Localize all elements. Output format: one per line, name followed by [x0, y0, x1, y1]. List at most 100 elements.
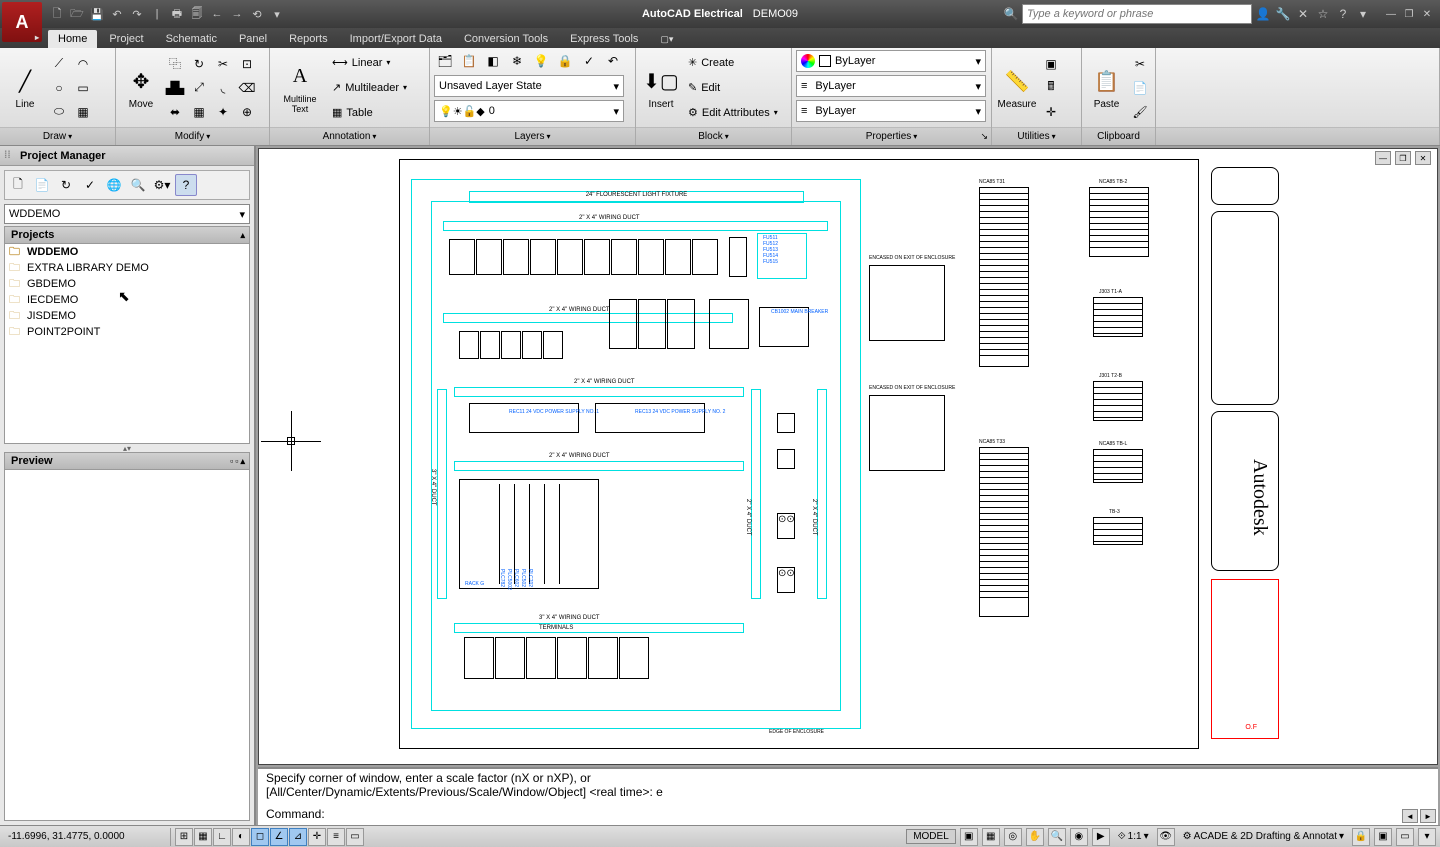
- panel-modify-title[interactable]: Modify▾: [116, 127, 269, 145]
- exchange-icon[interactable]: ✕: [1294, 5, 1312, 23]
- copy-clip-icon[interactable]: 📄: [1129, 77, 1151, 99]
- snap-button[interactable]: ⊞: [175, 828, 193, 846]
- rectangle-icon[interactable]: ▭: [72, 77, 94, 99]
- undo-icon[interactable]: ↶: [108, 5, 126, 23]
- move-button[interactable]: ✥ Move: [120, 52, 162, 124]
- pm-item-extra[interactable]: EXTRA LIBRARY DEMO: [5, 260, 249, 276]
- trim-icon[interactable]: ✂: [212, 53, 234, 75]
- explode-icon[interactable]: ✦: [212, 101, 234, 123]
- circle-icon[interactable]: ○: [48, 77, 70, 99]
- anno-scale[interactable]: ⟐ 1:1▾: [1114, 831, 1153, 842]
- sb-clean-icon[interactable]: ▭: [1396, 828, 1414, 846]
- qp-button[interactable]: ▭: [346, 828, 364, 846]
- panel-properties-title[interactable]: Properties▾↘: [792, 127, 991, 145]
- match-icon[interactable]: 🖌: [1129, 101, 1151, 123]
- pm-new-icon[interactable]: 🗋: [7, 174, 29, 196]
- polyline-icon[interactable]: ⟋: [48, 53, 70, 75]
- next-icon[interactable]: →: [228, 5, 246, 23]
- mtext-button[interactable]: A MultilineText: [274, 52, 326, 124]
- pm-surfer-icon[interactable]: 🔍: [127, 174, 149, 196]
- join-icon[interactable]: ⊕: [236, 101, 258, 123]
- copy-icon[interactable]: ⿻: [164, 53, 186, 75]
- insert-button[interactable]: ⬇▢ Insert: [640, 52, 682, 124]
- linear-dim-button[interactable]: ⟷Linear▾: [328, 52, 411, 74]
- status-coordinates[interactable]: -11.6996, 31.4775, 0.0000: [0, 831, 170, 842]
- print-icon[interactable]: 🖶: [168, 5, 186, 23]
- multileader-button[interactable]: ↗Multileader▾: [328, 77, 411, 99]
- sb-showmotion-icon[interactable]: ▶: [1092, 828, 1110, 846]
- otrack-button[interactable]: ∠: [270, 828, 288, 846]
- dyn-button[interactable]: ✛: [308, 828, 326, 846]
- prev-icon[interactable]: ←: [208, 5, 226, 23]
- maximize-button[interactable]: ❐: [1400, 6, 1418, 22]
- layer-states-icon[interactable]: 📋: [458, 50, 480, 72]
- sb-lock-icon[interactable]: 🔒: [1352, 828, 1370, 846]
- ortho-button[interactable]: ∟: [213, 828, 231, 846]
- workspace-switcher[interactable]: ⚙ACADE & 2D Drafting & Annotat▾: [1179, 831, 1348, 842]
- publish-icon[interactable]: 🗐: [188, 5, 206, 23]
- tab-project[interactable]: Project: [99, 30, 153, 48]
- tab-schematic[interactable]: Schematic: [156, 30, 227, 48]
- qat-dropdown-icon[interactable]: ▾: [268, 5, 286, 23]
- edit-block-button[interactable]: ✎Edit: [684, 77, 782, 99]
- help-icon[interactable]: ?: [1334, 5, 1352, 23]
- sb-layout-icon[interactable]: ▣: [960, 828, 978, 846]
- cut-icon[interactable]: ✂: [1129, 53, 1151, 75]
- comm-icon[interactable]: 🔧: [1274, 5, 1292, 23]
- tab-reports[interactable]: Reports: [279, 30, 338, 48]
- layer-state-dropdown[interactable]: Unsaved Layer State▾: [434, 75, 624, 97]
- layer-prev-icon[interactable]: ↶: [602, 50, 624, 72]
- table-button[interactable]: ▦Table: [328, 102, 411, 124]
- sb-pan-icon[interactable]: ✋: [1026, 828, 1044, 846]
- point-icon[interactable]: ✛: [1040, 101, 1062, 123]
- pm-splitter[interactable]: ▴▾: [0, 444, 254, 452]
- minimize-button[interactable]: —: [1382, 6, 1400, 22]
- anno-vis-icon[interactable]: 👁: [1157, 828, 1175, 846]
- panel-utilities-title[interactable]: Utilities▾: [992, 127, 1081, 145]
- command-line[interactable]: Specify corner of window, enter a scale …: [258, 767, 1438, 825]
- cmd-scroll-right[interactable]: ►: [1420, 809, 1436, 823]
- layer-freeze-icon[interactable]: ❄: [506, 50, 528, 72]
- sb-hw-icon[interactable]: ▣: [1374, 828, 1392, 846]
- pm-settings-icon[interactable]: ⚙▾: [151, 174, 173, 196]
- ducs-button[interactable]: ⊿: [289, 828, 307, 846]
- calc-icon[interactable]: 🖩: [1040, 77, 1062, 99]
- tab-home[interactable]: Home: [48, 30, 97, 48]
- pm-tree[interactable]: WDDEMO EXTRA LIBRARY DEMO GBDEMO IECDEMO…: [4, 244, 250, 444]
- select-icon[interactable]: ▣: [1040, 53, 1062, 75]
- layer-current-dropdown[interactable]: 💡☀🔓◆0▾: [434, 100, 624, 122]
- pm-task-icon[interactable]: ✓: [79, 174, 101, 196]
- mirror-icon[interactable]: ▟▙: [164, 77, 186, 99]
- layer-lock-icon[interactable]: 🔒: [554, 50, 576, 72]
- sb-nav-icon[interactable]: ◎: [1004, 828, 1022, 846]
- layer-off-icon[interactable]: 💡: [530, 50, 552, 72]
- panel-annotation-title[interactable]: Annotation▾: [270, 127, 429, 145]
- line-button[interactable]: ╱ Line: [4, 52, 46, 124]
- grid-button[interactable]: ▦: [194, 828, 212, 846]
- pm-item-jisdemo[interactable]: JISDEMO: [5, 308, 249, 324]
- pm-publish-icon[interactable]: 🌐: [103, 174, 125, 196]
- sb-wheel-icon[interactable]: ◉: [1070, 828, 1088, 846]
- tab-express[interactable]: Express Tools: [560, 30, 648, 48]
- layer-prop-icon[interactable]: 🗂: [434, 50, 456, 72]
- pm-help-icon[interactable]: ?: [175, 174, 197, 196]
- linetype-dropdown[interactable]: ≡ByLayer▾: [796, 100, 986, 122]
- pm-refresh-icon[interactable]: ↻: [55, 174, 77, 196]
- edit-attr-button[interactable]: ⚙Edit Attributes▾: [684, 102, 782, 124]
- measure-button[interactable]: 📏 Measure: [996, 52, 1038, 124]
- scale-icon[interactable]: ⤢: [188, 77, 210, 99]
- sb-zoom-icon[interactable]: 🔍: [1048, 828, 1066, 846]
- rotate-icon[interactable]: ↻: [188, 53, 210, 75]
- stretch-icon[interactable]: ⬌: [164, 101, 186, 123]
- pm-item-p2p[interactable]: POINT2POINT: [5, 324, 249, 340]
- panel-layers-title[interactable]: Layers▾: [430, 127, 635, 145]
- layer-iso-icon[interactable]: ◧: [482, 50, 504, 72]
- polar-button[interactable]: ◐: [232, 828, 250, 846]
- lwt-button[interactable]: ≡: [327, 828, 345, 846]
- help-dropdown-icon[interactable]: ▾: [1354, 5, 1372, 23]
- lineweight-dropdown[interactable]: ≡ByLayer▾: [796, 75, 986, 97]
- pm-project-select[interactable]: WDDEMO▾: [4, 204, 250, 224]
- mdi-minimize-button[interactable]: —: [1375, 151, 1391, 165]
- search-input[interactable]: [1022, 4, 1252, 24]
- paste-button[interactable]: 📋 Paste: [1086, 52, 1127, 124]
